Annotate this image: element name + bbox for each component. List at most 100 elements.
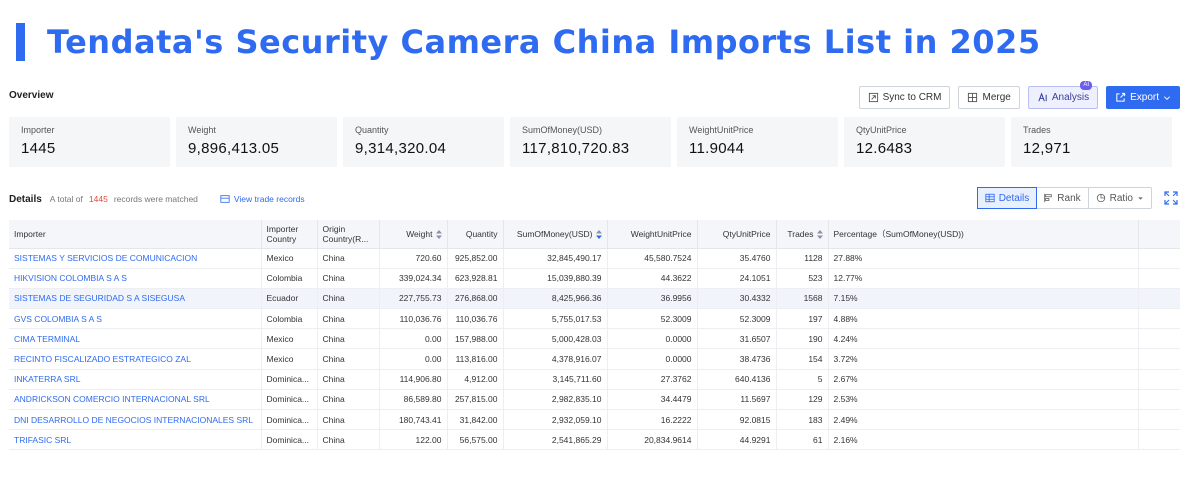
cell-percentage: 3.72% <box>828 348 1139 370</box>
stat-label: Importer <box>21 125 55 135</box>
cell-quantity: 157,988.00 <box>447 328 504 350</box>
row-spacer <box>1138 248 1180 269</box>
cell-origin-country: China <box>317 429 380 450</box>
table-row[interactable]: INKATERRA SRL Dominica... China 114,906.80 4… <box>9 369 1180 390</box>
stat-card-trades: Trades 12,971 <box>1011 117 1172 167</box>
records-suffix: records were matched <box>113 194 198 204</box>
view-details-label: Details <box>998 192 1030 204</box>
cell-weight: 86,589.80 <box>379 389 448 411</box>
cell-importer[interactable]: HIKVISION COLOMBIA S A S <box>9 268 262 289</box>
view-rank-button[interactable]: Rank <box>1036 188 1089 208</box>
cell-sum-of-money: 2,982,835.10 <box>503 389 608 411</box>
cell-percentage: 2.53% <box>828 389 1139 411</box>
cell-origin-country: China <box>317 389 380 411</box>
cell-weight-unit-price: 36.9956 <box>607 288 698 310</box>
cell-importer-country: Ecuador <box>261 288 318 310</box>
table-row[interactable]: RECINTO FISCALIZADO ESTRATEGICO ZAL Mexic… <box>9 348 1180 370</box>
ai-analysis-icon <box>1038 92 1047 102</box>
cell-importer[interactable]: TRIFASIC SRL <box>9 429 262 450</box>
cell-origin-country: China <box>317 328 380 350</box>
cell-importer-country: Mexico <box>261 248 318 269</box>
view-trade-records-link[interactable]: View trade records <box>220 194 305 204</box>
cell-importer[interactable]: ANDRICKSON COMERCIO INTERNACIONAL SRL <box>9 389 262 411</box>
stat-value: 12,971 <box>1023 140 1071 157</box>
table-row[interactable]: CIMA TERMINAL Mexico China 0.00 157,988.00 5,… <box>9 328 1180 350</box>
table-row[interactable]: SISTEMAS Y SERVICIOS DE COMUNICACION Mexi… <box>9 248 1180 269</box>
cell-sum-of-money: 15,039,880.39 <box>503 268 608 289</box>
cell-importer[interactable]: SISTEMAS DE SEGURIDAD S A SISEGUSA <box>9 288 262 310</box>
stat-value: 11.9044 <box>689 140 745 157</box>
cell-weight-unit-price: 45,580.7524 <box>607 248 698 269</box>
cell-percentage: 4.88% <box>828 308 1139 330</box>
cell-importer[interactable]: DNI DESARROLLO DE NEGOCIOS INTERNACIONAL… <box>9 409 262 431</box>
cell-importer-country: Dominica... <box>261 369 318 390</box>
col-header-importer[interactable]: Importer <box>9 220 262 249</box>
cell-importer[interactable]: SISTEMAS Y SERVICIOS DE COMUNICACION <box>9 248 262 269</box>
overview-label: Overview <box>9 90 54 101</box>
col-header-weight-unit-price[interactable]: WeightUnitPrice <box>607 220 698 249</box>
export-button[interactable]: Export <box>1106 86 1180 109</box>
cell-trades: 129 <box>776 389 829 411</box>
col-header-trades[interactable]: Trades <box>776 220 829 249</box>
cell-importer[interactable]: GVS COLOMBIA S A S <box>9 308 262 330</box>
table-row[interactable]: DNI DESARROLLO DE NEGOCIOS INTERNACIONAL… <box>9 409 1180 431</box>
cell-quantity: 113,816.00 <box>447 348 504 370</box>
col-header-weight-label: Weight <box>406 228 433 239</box>
ai-badge: AI <box>1080 81 1093 90</box>
cell-percentage: 7.15% <box>828 288 1139 310</box>
cell-importer-country: Colombia <box>261 268 318 289</box>
stat-label: Quantity <box>355 125 389 135</box>
cell-trades: 1568 <box>776 288 829 310</box>
cell-qty-unit-price: 52.3009 <box>697 308 777 330</box>
stat-label: Weight <box>188 125 216 135</box>
cell-quantity: 276,868.00 <box>447 288 504 310</box>
cell-weight: 0.00 <box>379 328 448 350</box>
table-row[interactable]: TRIFASIC SRL Dominica... China 122.00 56,575… <box>9 429 1180 450</box>
details-title: Details <box>9 193 42 205</box>
table-row[interactable]: HIKVISION COLOMBIA S A S Colombia China 339… <box>9 268 1180 289</box>
table-row[interactable]: ANDRICKSON COMERCIO INTERNACIONAL SRL Dom… <box>9 389 1180 411</box>
records-count: 1445 <box>88 194 108 204</box>
analysis-label: Analysis <box>1051 92 1090 103</box>
sync-to-crm-button[interactable]: Sync to CRM <box>858 86 951 109</box>
table-icon <box>985 193 995 203</box>
cell-importer-country: Mexico <box>261 348 318 370</box>
row-spacer <box>1138 409 1180 431</box>
header-spacer <box>1138 220 1180 249</box>
table-header-row: Importer Importer Country Origin Country… <box>9 220 1180 249</box>
col-header-sum-of-money[interactable]: SumOfMoney(USD) <box>503 220 608 249</box>
cell-weight: 122.00 <box>379 429 448 450</box>
cell-weight: 110,036.76 <box>379 308 448 330</box>
table-row[interactable]: GVS COLOMBIA S A S Colombia China 110,036.7… <box>9 308 1180 330</box>
view-ratio-button[interactable]: Ratio <box>1089 188 1151 208</box>
cell-qty-unit-price: 11.5697 <box>697 389 777 411</box>
cell-importer[interactable]: CIMA TERMINAL <box>9 328 262 350</box>
cell-weight: 180,743.41 <box>379 409 448 431</box>
view-details-button[interactable]: Details <box>976 187 1038 209</box>
cell-weight-unit-price: 16.2222 <box>607 409 698 431</box>
sort-icon[interactable] <box>816 229 823 239</box>
cell-trades: 190 <box>776 328 829 350</box>
stat-label: WeightUnitPrice <box>689 125 754 135</box>
cell-qty-unit-price: 38.4736 <box>697 348 777 370</box>
stat-card-quantity: Quantity 9,314,320.04 <box>343 117 504 167</box>
table-row[interactable]: SISTEMAS DE SEGURIDAD S A SISEGUSA Ecuado… <box>9 288 1180 310</box>
row-spacer <box>1138 429 1180 450</box>
col-header-percentage[interactable]: Percentage（SumOfMoney(USD)) <box>828 220 1139 249</box>
cell-weight: 114,906.80 <box>379 369 448 390</box>
col-header-importer-country[interactable]: Importer Country <box>261 220 318 249</box>
sort-desc-icon[interactable] <box>595 229 602 239</box>
fullscreen-icon[interactable] <box>1164 191 1178 205</box>
page-title: Tendata's Security Camera China Imports … <box>47 23 1041 61</box>
cell-quantity: 110,036.76 <box>447 308 504 330</box>
col-header-qty-unit-price[interactable]: QtyUnitPrice <box>697 220 777 249</box>
col-header-origin-country[interactable]: Origin Country(R... <box>317 220 380 249</box>
merge-button[interactable]: Merge <box>958 86 1020 109</box>
cell-importer[interactable]: INKATERRA SRL <box>9 369 262 390</box>
analysis-button[interactable]: AI Analysis <box>1027 81 1099 109</box>
sort-icon[interactable] <box>435 229 442 239</box>
cell-qty-unit-price: 92.0815 <box>697 409 777 431</box>
col-header-weight[interactable]: Weight <box>379 220 448 249</box>
cell-importer[interactable]: RECINTO FISCALIZADO ESTRATEGICO ZAL <box>9 348 262 370</box>
col-header-quantity[interactable]: Quantity <box>447 220 504 249</box>
